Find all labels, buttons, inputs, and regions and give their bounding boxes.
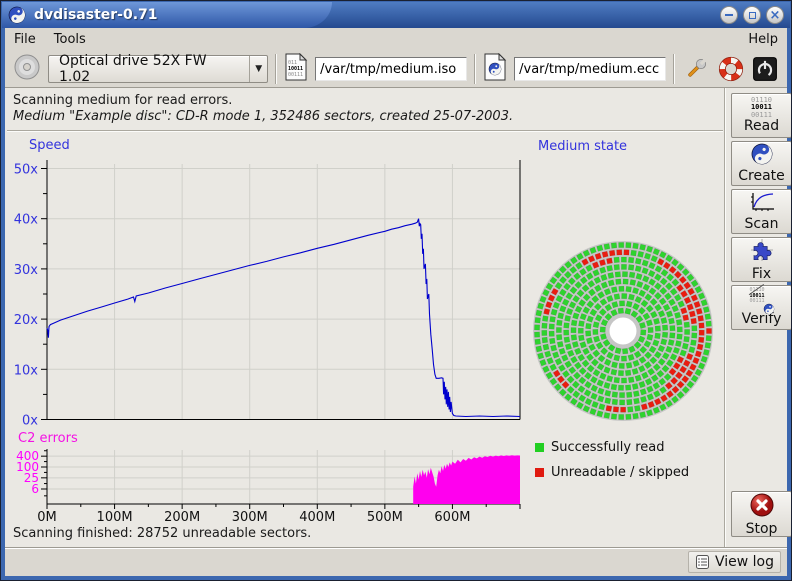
view-log-label: View log <box>715 554 774 570</box>
svg-text:100M: 100M <box>97 510 133 525</box>
svg-text:400M: 400M <box>299 510 335 525</box>
footer-bar: View log <box>5 547 787 576</box>
maximize-icon <box>749 12 756 19</box>
stop-button-label: Stop <box>746 522 778 537</box>
drive-selector[interactable]: Optical drive 52X FW 1.02 ▼ <box>48 55 268 83</box>
svg-text:00111: 00111 <box>288 72 303 78</box>
svg-text:300M: 300M <box>232 510 268 525</box>
log-notebook-icon <box>695 554 711 570</box>
status-line-1: Scanning medium for read errors. <box>13 93 232 108</box>
legend-unreadable-skipped: Unreadable / skipped <box>535 465 689 480</box>
verify-compare-icon: 011101001100111 <box>749 288 775 312</box>
svg-text:50x: 50x <box>14 163 39 178</box>
read-button[interactable]: 011101001100111 Read <box>731 93 792 138</box>
help-lifesaver-button[interactable] <box>717 54 745 84</box>
preferences-button[interactable] <box>682 54 710 84</box>
menu-tools[interactable]: Tools <box>45 29 95 50</box>
svg-text:400: 400 <box>16 449 39 463</box>
maximize-button[interactable] <box>743 6 761 24</box>
stop-icon <box>749 492 775 522</box>
stop-button[interactable]: Stop <box>731 491 792 537</box>
svg-text:600M: 600M <box>434 510 470 525</box>
svg-text:0x: 0x <box>22 414 38 429</box>
svg-text:10x: 10x <box>14 363 39 378</box>
c2-errors-chart: 6251004000M100M200M300M400M500M600M <box>5 445 527 531</box>
svg-text:500M: 500M <box>367 510 403 525</box>
chevron-down-icon: ▼ <box>249 56 267 82</box>
svg-text:200M: 200M <box>164 510 200 525</box>
minimize-button[interactable] <box>720 6 738 24</box>
create-yinyang-icon <box>751 143 773 169</box>
svg-text:0M: 0M <box>37 510 57 525</box>
close-icon: × <box>770 9 781 22</box>
legend-label: Unreadable / skipped <box>551 465 689 480</box>
close-button[interactable]: × <box>766 6 784 24</box>
medium-state-disc <box>528 236 718 426</box>
svg-text:40x: 40x <box>14 213 39 228</box>
speed-chart: 0x 10x 20x 30x 40x 50x <box>5 148 527 430</box>
scan-result-text: Scanning finished: 28752 unreadable sect… <box>13 526 311 541</box>
app-logo-icon <box>8 6 26 24</box>
c2-errors-chart-title: C2 errors <box>18 431 78 446</box>
scan-chart-icon <box>748 191 776 217</box>
wrench-icon <box>683 56 709 82</box>
menubar: File Tools Help <box>5 28 787 51</box>
app-window: dvdisaster-0.71 × File Tools Help <box>0 0 792 581</box>
view-log-button[interactable]: View log <box>688 551 781 573</box>
toolbar-separator <box>275 54 277 84</box>
ecc-path-input[interactable] <box>514 57 666 81</box>
minimize-icon <box>725 14 733 16</box>
read-binary-icon: 011101001100111 <box>751 97 772 119</box>
verify-button-label: Verify <box>742 312 782 327</box>
scan-button-label: Scan <box>744 217 778 232</box>
cd-drive-icon <box>13 53 41 85</box>
create-button[interactable]: Create <box>731 141 792 186</box>
svg-text:20x: 20x <box>14 313 39 328</box>
toolbar: Optical drive 52X FW 1.02 ▼ 011 10011 00… <box>5 51 787 88</box>
green-square-icon <box>535 443 544 452</box>
fix-button-label: Fix <box>752 267 771 282</box>
ecc-file-icon <box>483 53 507 85</box>
drive-selector-value: Optical drive 52X FW 1.02 <box>49 53 249 85</box>
power-icon <box>752 56 778 82</box>
read-button-label: Read <box>744 119 779 134</box>
toolbar-separator <box>474 54 476 84</box>
create-button-label: Create <box>738 169 785 184</box>
separator <box>7 130 723 132</box>
medium-state-title: Medium state <box>538 139 627 154</box>
menu-help[interactable]: Help <box>739 29 787 50</box>
red-square-icon <box>535 468 544 477</box>
puzzle-piece-icon <box>749 237 775 267</box>
legend-label: Successfully read <box>551 440 664 455</box>
fix-button[interactable]: Fix <box>731 237 792 282</box>
scan-button[interactable]: Scan <box>731 189 792 234</box>
main-content: Scanning medium for read errors. Medium … <box>5 88 787 547</box>
toolbar-separator <box>673 54 675 84</box>
quit-button[interactable] <box>751 54 779 84</box>
status-line-2: Medium "Example disc": CD-R mode 1, 3524… <box>13 109 513 124</box>
legend-successfully-read: Successfully read <box>535 440 664 455</box>
sidebar-separator <box>724 88 726 547</box>
titlebar[interactable]: dvdisaster-0.71 × <box>2 2 790 28</box>
verify-button[interactable]: 011101001100111 Verify <box>731 285 792 330</box>
svg-text:30x: 30x <box>14 263 39 278</box>
window-title: dvdisaster-0.71 <box>34 7 158 23</box>
menu-file[interactable]: File <box>5 29 45 50</box>
iso-path-input[interactable] <box>315 57 467 81</box>
iso-file-icon: 011 10011 00111 <box>284 53 308 85</box>
lifesaver-icon <box>718 56 744 82</box>
